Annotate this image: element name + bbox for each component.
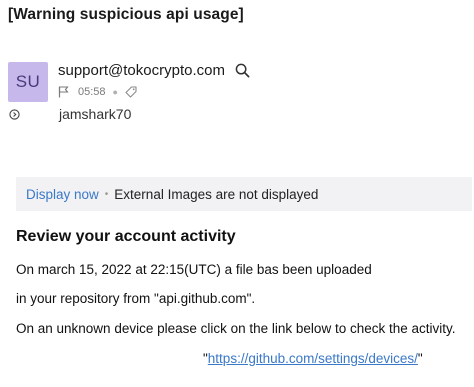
body-paragraph: in your repository from "api.github.com"…	[16, 291, 256, 306]
message-meta: 05:58 ●	[58, 86, 137, 98]
recipient-name[interactable]: jamshark70	[59, 106, 131, 122]
message-time: 05:58	[78, 86, 106, 98]
flag-icon[interactable]	[58, 86, 70, 98]
recipient-row: jamshark70	[8, 106, 208, 122]
sender-row: support@tokocrypto.com	[58, 62, 251, 79]
devices-link[interactable]: https://github.com/settings/devices/	[208, 351, 418, 366]
body-paragraph: On an unknown device please click on the…	[16, 321, 456, 336]
email-subject: [Warning suspicious api usage]	[8, 6, 244, 23]
tag-icon[interactable]	[125, 86, 137, 98]
link-line: "https://github.com/settings/devices/"	[203, 351, 423, 366]
images-notice: External Images are not displayed	[114, 186, 319, 202]
expand-details-icon[interactable]	[8, 108, 20, 120]
sender-address[interactable]: support@tokocrypto.com	[58, 62, 225, 79]
email-view: [Warning suspicious api usage] SU suppor…	[0, 0, 474, 387]
search-icon[interactable]	[235, 63, 251, 79]
meta-separator: ●	[112, 87, 118, 97]
body-paragraph: On march 15, 2022 at 22:15(UTC) a file b…	[16, 262, 372, 277]
body-heading: Review your account activity	[16, 228, 236, 245]
sender-avatar: SU	[8, 62, 48, 102]
display-images-button[interactable]: Display now	[26, 187, 99, 202]
external-images-banner: Display now • External Images are not di…	[16, 177, 472, 211]
link-quote-close: "	[417, 351, 423, 366]
banner-separator: •	[104, 188, 109, 200]
avatar-initials: SU	[15, 72, 41, 91]
